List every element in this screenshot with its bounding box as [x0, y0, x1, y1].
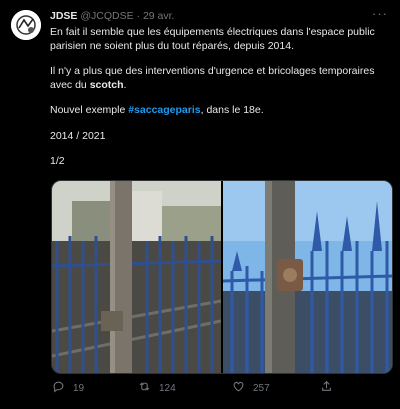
tweet-header: JDSE @JCQDSE · 29 avr.	[50, 10, 174, 23]
tweet-paragraph-1: En fait il semble que les équipements él…	[50, 26, 375, 52]
tweet-media[interactable]	[51, 180, 393, 374]
hashtag-link[interactable]: #saccageparis	[128, 104, 200, 116]
tweet-text-segment: , dans le 18e.	[200, 104, 264, 116]
tweet-text: En fait il semble que les équipements él…	[50, 26, 390, 181]
tweet-date[interactable]: 29 avr.	[143, 10, 175, 22]
tweet-text-segment: Nouvel exemple	[50, 104, 129, 116]
avatar[interactable]	[11, 10, 41, 40]
header-separator: ·	[136, 10, 141, 22]
like-icon	[232, 380, 245, 396]
retweet-button[interactable]: 124	[138, 380, 176, 396]
tweet-paragraph-4: 2014 / 2021	[50, 129, 106, 142]
reply-icon	[52, 380, 65, 396]
author-name[interactable]: JDSE	[50, 10, 77, 22]
tweet-paragraph-3: Nouvel exemple #saccageparis, dans le 18…	[50, 104, 390, 118]
reply-count: 19	[73, 382, 85, 394]
tweet-text-bold: scotch	[89, 78, 124, 91]
reply-button[interactable]: 19	[52, 380, 84, 396]
author-handle[interactable]: @JCQDSE	[80, 10, 133, 22]
share-button[interactable]	[320, 380, 333, 396]
share-icon	[320, 380, 333, 396]
like-count: 257	[253, 382, 270, 394]
retweet-icon	[138, 380, 151, 396]
photo-left[interactable]	[52, 181, 222, 373]
tweet-paragraph-2: Il n'y a plus que des interventions d'ur…	[50, 65, 390, 92]
tweet-actions: 19 124 257	[50, 380, 390, 396]
photo-right[interactable]	[222, 181, 392, 373]
retweet-count: 124	[159, 382, 176, 394]
tweet-text-segment: .	[123, 78, 127, 91]
like-button[interactable]: 257	[232, 380, 270, 396]
more-icon[interactable]: ···	[372, 6, 388, 21]
tweet: JDSE @JCQDSE · 29 avr. ··· En fait il se…	[0, 0, 400, 409]
tweet-paragraph-5: 1/2	[50, 155, 65, 167]
